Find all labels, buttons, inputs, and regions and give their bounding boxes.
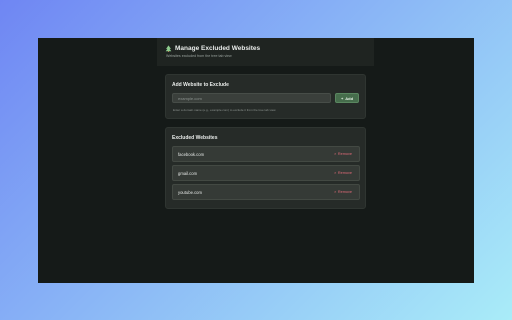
list-item: youtube.com × Remove <box>172 184 360 200</box>
remove-button[interactable]: × Remove <box>334 190 352 194</box>
remove-button-label: Remove <box>337 190 352 194</box>
excluded-websites-title: Excluded Websites <box>172 135 218 141</box>
website-domain: facebook.com <box>178 152 205 157</box>
page-header: Manage Excluded Websites Websites exclud… <box>157 38 374 66</box>
input-hint: Enter a domain name (e.g., example.com) … <box>173 108 276 112</box>
remove-button-label: Remove <box>337 152 352 156</box>
extension-window: Manage Excluded Websites Websites exclud… <box>38 38 474 283</box>
add-website-title: Add Website to Exclude <box>172 82 229 88</box>
close-icon: × <box>334 190 337 194</box>
domain-input[interactable] <box>172 93 331 103</box>
add-website-card: Add Website to Exclude + Add Enter a dom… <box>165 74 366 119</box>
close-icon: × <box>334 171 337 175</box>
remove-button[interactable]: × Remove <box>334 152 352 156</box>
add-button[interactable]: + Add <box>335 93 359 103</box>
close-icon: × <box>334 152 337 156</box>
excluded-websites-card: Excluded Websites facebook.com × Remove … <box>165 127 366 209</box>
page-title-text: Manage Excluded Websites <box>175 45 261 52</box>
tree-icon <box>165 45 172 52</box>
list-item: facebook.com × Remove <box>172 146 360 162</box>
remove-button[interactable]: × Remove <box>334 171 352 175</box>
plus-icon: + <box>340 95 344 101</box>
list-item: gmail.com × Remove <box>172 165 360 181</box>
page-title: Manage Excluded Websites <box>165 44 260 53</box>
add-button-label: Add <box>345 95 354 101</box>
page-subtitle: Websites excluded from the tree tab view <box>166 54 232 58</box>
website-domain: gmail.com <box>178 171 198 176</box>
remove-button-label: Remove <box>337 171 352 175</box>
website-domain: youtube.com <box>178 190 202 195</box>
